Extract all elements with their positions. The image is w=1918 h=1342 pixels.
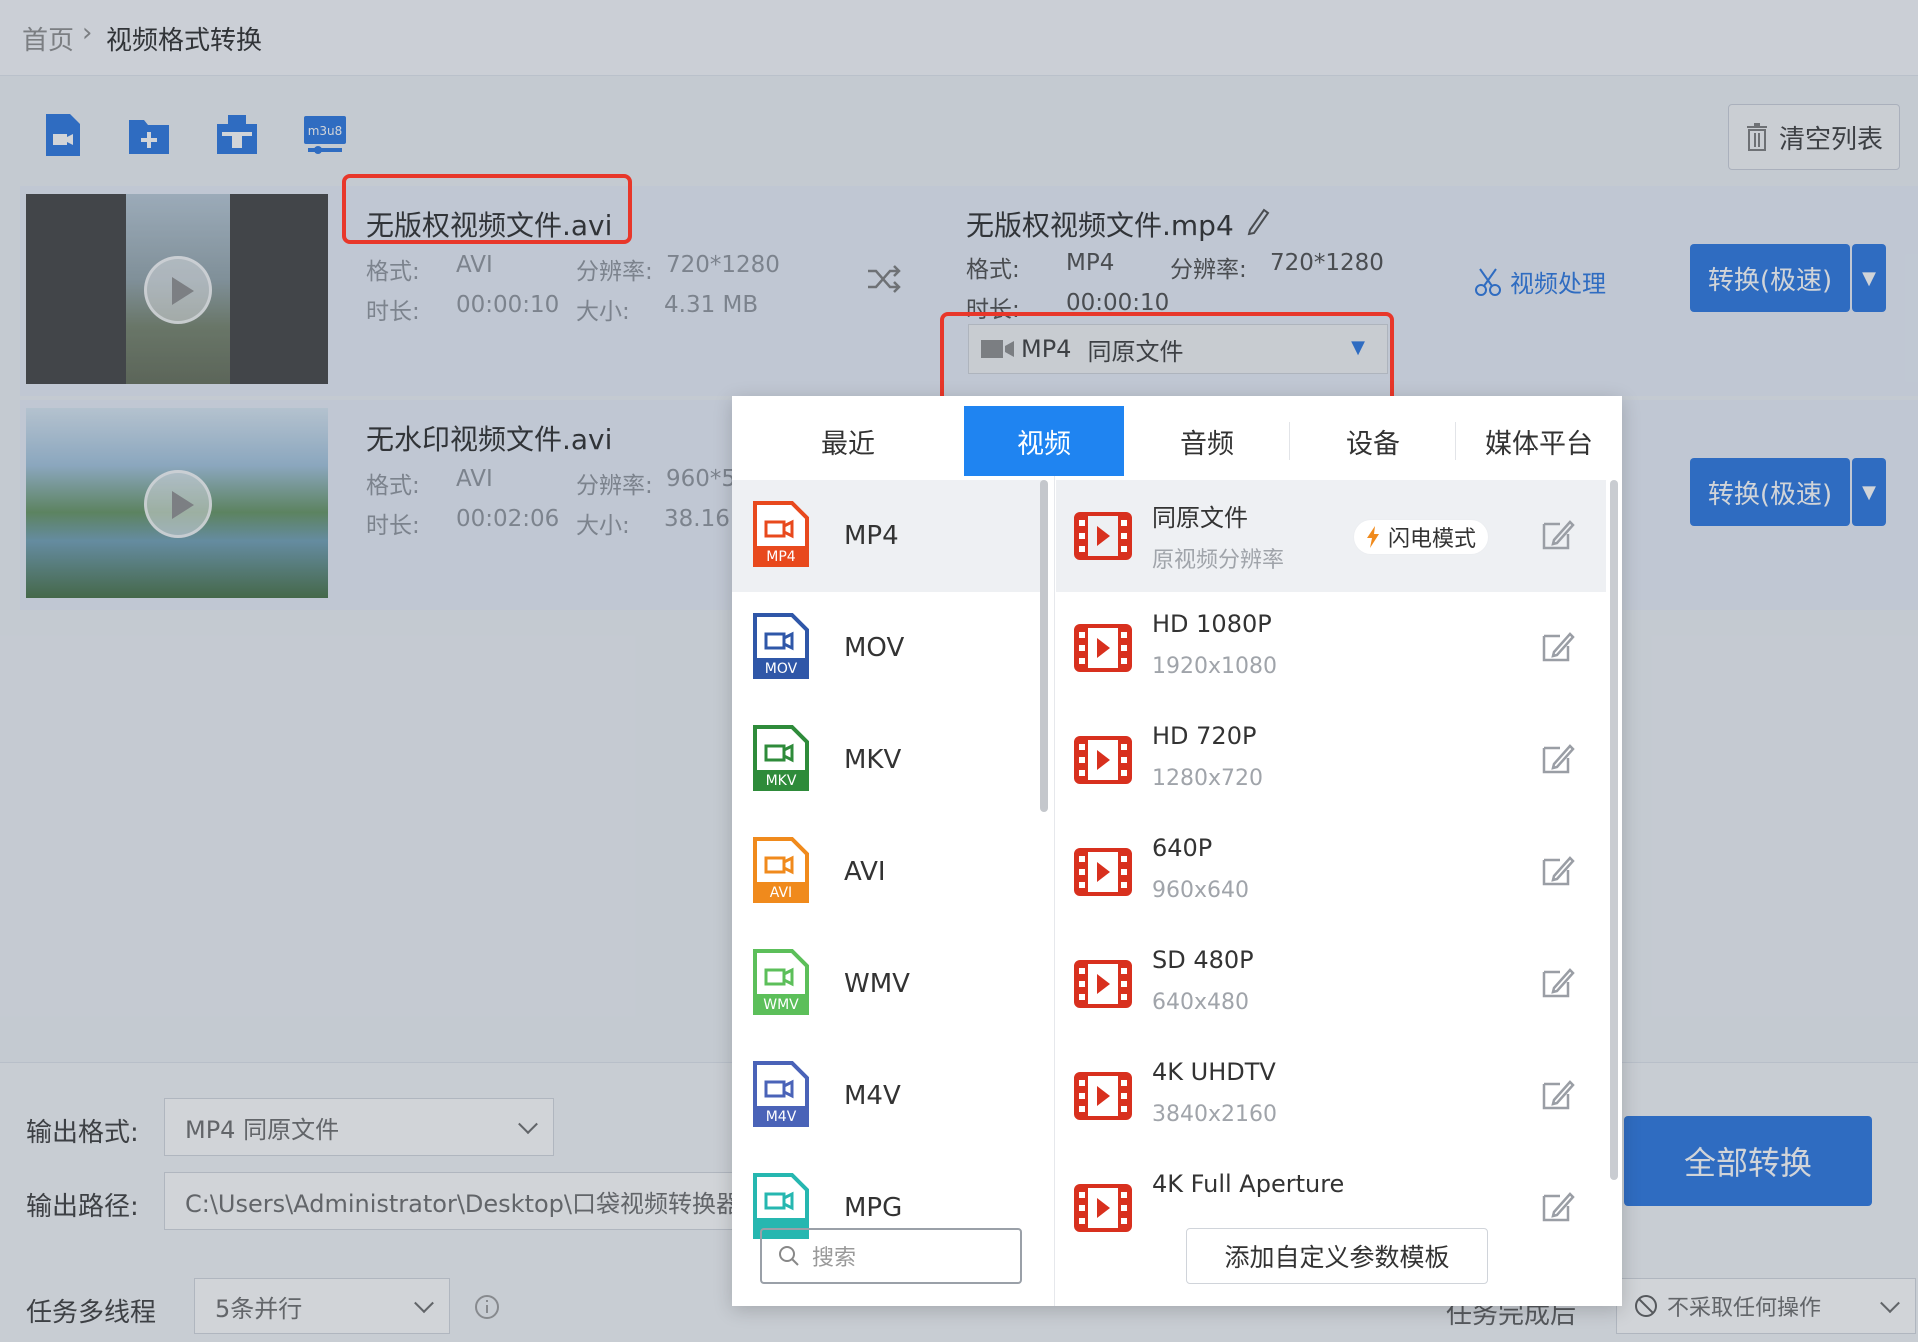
file-format-icon: MOV: [753, 613, 809, 679]
edit-icon[interactable]: [1540, 516, 1576, 552]
svg-text:WMV: WMV: [763, 997, 799, 1013]
video-file-icon: [1074, 848, 1132, 896]
tab-media-platform[interactable]: 媒体平台: [1456, 406, 1622, 476]
svg-text:M4V: M4V: [766, 1109, 797, 1125]
preset-title: HD 1080P: [1152, 610, 1272, 638]
tab-device[interactable]: 设备: [1290, 406, 1456, 476]
video-file-icon: [1074, 512, 1132, 560]
format-category-label: M4V: [844, 1081, 901, 1111]
search-icon: [779, 1246, 799, 1266]
file-format-icon: MP4: [753, 501, 809, 567]
edit-icon[interactable]: [1540, 1076, 1576, 1112]
file-format-icon: AVI: [753, 837, 809, 903]
format-search-input[interactable]: 搜索: [760, 1228, 1022, 1284]
format-tabs: 最近 视频 音频 设备 媒体平台: [732, 406, 1622, 476]
lightning-icon: [1367, 526, 1379, 548]
tab-video[interactable]: 视频: [964, 406, 1124, 476]
svg-text:MP4: MP4: [766, 549, 796, 565]
format-category-mp4[interactable]: MP4 MP4: [732, 480, 1044, 592]
preset-resolution: 640x480: [1152, 990, 1250, 1015]
highlight-source-file: [342, 174, 632, 244]
video-file-icon: [1074, 1072, 1132, 1120]
format-category-mov[interactable]: MOV MOV: [732, 592, 1044, 704]
video-file-icon: [1074, 624, 1132, 672]
category-scrollbar[interactable]: [1040, 480, 1048, 812]
add-custom-template-button[interactable]: 添加自定义参数模板: [1186, 1228, 1488, 1284]
edit-icon[interactable]: [1540, 1188, 1576, 1224]
video-file-icon: [1074, 1184, 1132, 1232]
preset-title: 640P: [1152, 834, 1213, 862]
file-format-icon: MKV: [753, 725, 809, 791]
file-format-icon: WMV: [753, 949, 809, 1015]
app-window: 首页 › 视频格式转换 m3u8 清空列表 无版权视频文件.avi 格式: AV…: [0, 0, 1918, 1342]
preset-option[interactable]: HD 720P 1280x720: [1056, 704, 1606, 816]
preset-option[interactable]: 同原文件原视频分辨率 闪电模式: [1056, 480, 1606, 592]
preset-resolution: 原视频分辨率: [1152, 548, 1285, 573]
file-format-icon: M4V: [753, 1061, 809, 1127]
preset-title: 4K UHDTV: [1152, 1058, 1276, 1086]
edit-icon[interactable]: [1540, 628, 1576, 664]
edit-icon[interactable]: [1540, 964, 1576, 1000]
svg-text:MOV: MOV: [765, 661, 798, 677]
format-category-label: MKV: [844, 745, 902, 775]
preset-resolution: 1280x720: [1152, 766, 1263, 791]
highlight-format-select: [940, 312, 1394, 406]
video-file-icon: [1074, 736, 1132, 784]
format-category-m4v[interactable]: M4V M4V: [732, 1040, 1044, 1152]
format-category-wmv[interactable]: WMV WMV: [732, 928, 1044, 1040]
edit-icon[interactable]: [1540, 740, 1576, 776]
preset-title: 4K Full Aperture: [1152, 1170, 1345, 1198]
format-category-label: MPG: [844, 1193, 903, 1223]
format-category-mkv[interactable]: MKV MKV: [732, 704, 1044, 816]
preset-option[interactable]: 640P 960x640: [1056, 816, 1606, 928]
preset-option[interactable]: HD 1080P 1920x1080: [1056, 592, 1606, 704]
preset-option[interactable]: 4K UHDTV 3840x2160: [1056, 1040, 1606, 1152]
preset-title: HD 720P: [1152, 722, 1257, 750]
format-category-label: MOV: [844, 633, 905, 663]
flash-mode-badge: 闪电模式: [1354, 520, 1489, 554]
format-dropdown-panel: 最近 视频 音频 设备 媒体平台 MP4 MP4 MOV MOV MKV MKV AVI AV…: [732, 396, 1622, 1306]
tab-recent[interactable]: 最近: [732, 406, 964, 476]
preset-title: SD 480P: [1152, 946, 1254, 974]
preset-resolution: 960x640: [1152, 878, 1250, 903]
edit-icon[interactable]: [1540, 852, 1576, 888]
svg-text:AVI: AVI: [770, 885, 792, 901]
format-category-label: AVI: [844, 857, 886, 887]
preset-title: 同原文件: [1152, 504, 1248, 532]
format-category-label: MP4: [844, 521, 899, 551]
panel-divider: [1054, 476, 1055, 1306]
video-file-icon: [1074, 960, 1132, 1008]
preset-option[interactable]: SD 480P 640x480: [1056, 928, 1606, 1040]
preset-resolution: 3840x2160: [1152, 1102, 1277, 1127]
format-category-label: WMV: [844, 969, 910, 999]
svg-text:MKV: MKV: [766, 773, 797, 789]
tab-audio[interactable]: 音频: [1124, 406, 1290, 476]
search-placeholder: 搜索: [812, 1246, 857, 1271]
preset-scrollbar[interactable]: [1610, 480, 1618, 1180]
preset-resolution: 1920x1080: [1152, 654, 1277, 679]
format-category-avi[interactable]: AVI AVI: [732, 816, 1044, 928]
